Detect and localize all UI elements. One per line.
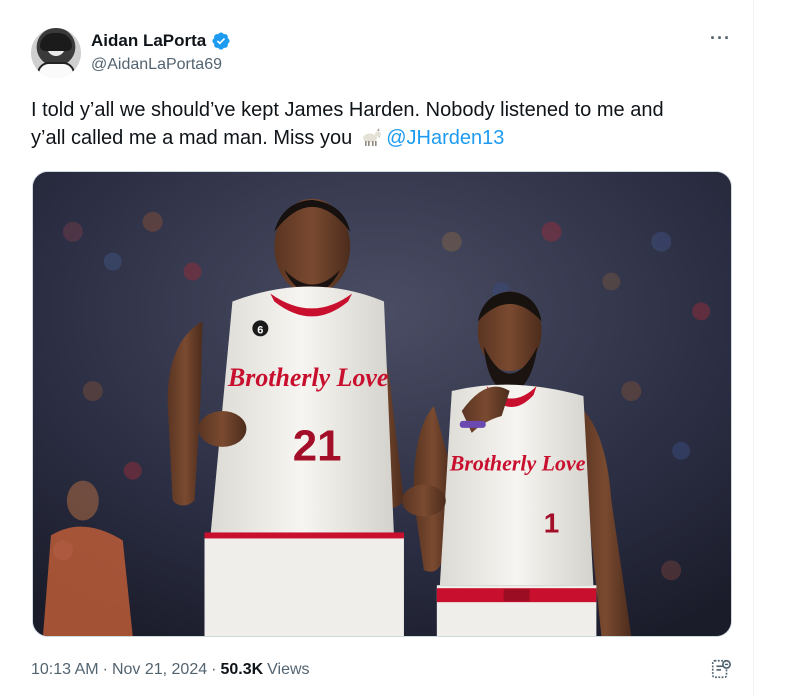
tweet-text-line-1: I told y’all we should’ve kept James Har…: [31, 99, 664, 121]
avatar-hat: [40, 33, 72, 51]
jersey-right-text: Brotherly Love: [449, 451, 586, 476]
tweet-meta: 10:13 AM · Nov 21, 2024 · 50.3K Views: [31, 661, 310, 679]
tweet-card: Aidan LaPorta @AidanLaPorta69 ··· I told…: [0, 0, 754, 696]
tweet-text: I told y’all we should’ve kept James Har…: [31, 96, 731, 152]
author-display-name[interactable]: Aidan LaPorta: [91, 31, 206, 51]
tweet-text-line-2: y’all called me a mad man. Miss you @JHa…: [31, 124, 731, 152]
meta-separator: ·: [102, 661, 108, 678]
tweet-image[interactable]: Brotherly Love 21 6 Brotherly Love 1: [32, 171, 732, 637]
avatar-shirt: [37, 62, 75, 78]
tweet-text-line-2-text: y’all called me a mad man. Miss you: [31, 127, 353, 149]
tweet-photo: Brotherly Love 21 6 Brotherly Love 1: [33, 172, 731, 636]
tweet-date[interactable]: Nov 21, 2024: [112, 661, 207, 679]
views-count: 50.3K: [220, 661, 264, 678]
jersey-left-number: 21: [293, 422, 342, 471]
more-icon[interactable]: ···: [710, 29, 731, 47]
jersey-right-number: 1: [544, 507, 560, 538]
avatar[interactable]: [31, 28, 81, 78]
meta-separator: ·: [211, 661, 217, 678]
analytics-icon[interactable]: [710, 658, 732, 680]
verified-badge-icon: [212, 32, 230, 50]
mention-link[interactable]: @JHarden13: [386, 127, 504, 149]
tweet-time[interactable]: 10:13 AM: [31, 661, 99, 679]
goat-emoji-icon: [363, 128, 382, 146]
jersey-left-text: Brotherly Love: [227, 363, 388, 392]
author-name-row: Aidan LaPorta: [91, 31, 231, 51]
jersey-left-badge: 6: [257, 324, 263, 336]
author-handle[interactable]: @AidanLaPorta69: [91, 56, 222, 74]
views-label: Views: [267, 661, 310, 678]
